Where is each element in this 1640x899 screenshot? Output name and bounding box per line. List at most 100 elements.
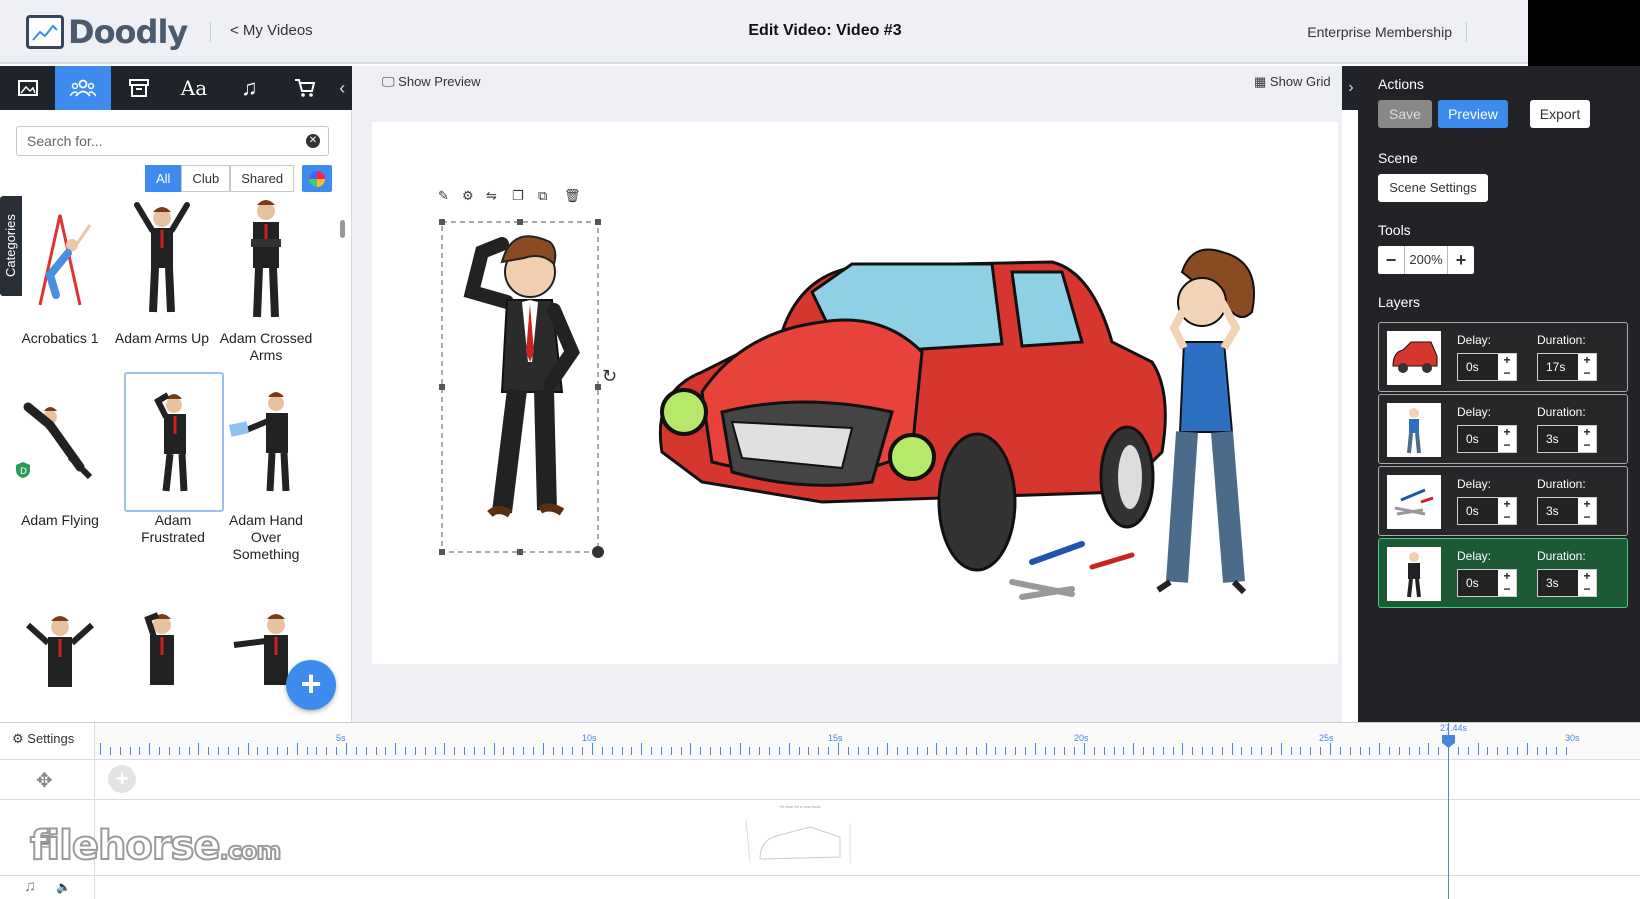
asset-item[interactable] xyxy=(10,590,110,722)
filter-shared-button[interactable]: Shared xyxy=(230,165,295,192)
tab-props[interactable] xyxy=(111,66,166,110)
layer-item[interactable]: Delay: Duration: 0s + − 17s + − xyxy=(1378,322,1628,392)
settings-icon[interactable]: ⚙ xyxy=(462,189,474,204)
stepper-buttons[interactable]: + − xyxy=(1498,570,1516,596)
asset-label: Adam Crossed Arms xyxy=(219,330,313,363)
duration-value[interactable]: 3s xyxy=(1538,426,1578,452)
car-illustration[interactable] xyxy=(658,260,1167,572)
stepper-buttons[interactable]: + − xyxy=(1578,570,1596,596)
ruler-tick xyxy=(995,747,997,755)
monitor-icon: 🖵 xyxy=(382,74,395,89)
stepper-buttons[interactable]: + − xyxy=(1498,354,1516,380)
move-icon[interactable]: ✥ xyxy=(36,768,53,793)
trash-icon[interactable]: 🗑 xyxy=(564,188,581,204)
search-input[interactable] xyxy=(16,126,329,156)
asset-item-selected[interactable]: Adam Frustrated xyxy=(124,372,224,546)
ruler-tick xyxy=(700,747,702,755)
rotate-icon[interactable]: ↻ xyxy=(602,366,617,387)
asset-item[interactable]: Adam Hand Over Something xyxy=(216,372,316,563)
stepper-buttons[interactable]: + − xyxy=(1578,426,1596,452)
zoom-in-button[interactable]: + xyxy=(1448,246,1474,274)
gear-icon: ⚙ xyxy=(12,731,24,746)
delay-value[interactable]: 0s xyxy=(1458,498,1498,524)
timeline-settings-button[interactable]: ⚙ Settings xyxy=(12,731,74,747)
layer-item[interactable]: Delay: Duration: 0s + − 3s + − xyxy=(1378,466,1628,536)
ruler-tick xyxy=(975,747,977,755)
stepper-buttons[interactable]: + − xyxy=(1578,354,1596,380)
duration-value[interactable]: 3s xyxy=(1538,570,1578,596)
tab-store[interactable] xyxy=(277,66,332,110)
actions-heading: Actions xyxy=(1378,76,1424,92)
asset-item[interactable]: Adam Crossed Arms xyxy=(216,190,316,364)
duration-value[interactable]: 3s xyxy=(1538,498,1578,524)
scene-stage[interactable]: ✎ ⚙ ⇋ ❐ ⧉ 🗑 ↻ xyxy=(372,122,1338,664)
music-note-icon[interactable]: ♫ xyxy=(24,878,36,896)
ruler-tick xyxy=(1349,747,1351,755)
delay-value[interactable]: 0s xyxy=(1458,570,1498,596)
tab-music[interactable]: ♫ xyxy=(222,66,277,110)
duplicate-icon[interactable]: ❐ xyxy=(512,189,524,204)
show-grid-label: Show Grid xyxy=(1269,74,1331,89)
properties-panel: Actions Save Preview Export Scene Scene … xyxy=(1358,66,1640,722)
stepper-buttons[interactable]: + − xyxy=(1498,498,1516,524)
ruler-tick xyxy=(1389,747,1391,755)
membership-link[interactable]: Enterprise Membership xyxy=(1307,24,1452,40)
tab-characters[interactable] xyxy=(55,66,111,110)
ruler-tick xyxy=(178,747,180,755)
delay-value[interactable]: 0s xyxy=(1458,354,1498,380)
color-filter-button[interactable] xyxy=(302,165,332,192)
tools-illustration[interactable] xyxy=(1009,541,1135,600)
show-grid-toggle[interactable]: ▦ Show Grid xyxy=(1254,74,1331,90)
duration-stepper[interactable]: 17s + − xyxy=(1537,353,1597,381)
scrollbar-thumb[interactable] xyxy=(340,220,345,238)
flip-icon[interactable]: ⇋ xyxy=(486,189,497,204)
save-button[interactable]: Save xyxy=(1378,100,1432,128)
add-asset-button[interactable]: + xyxy=(286,660,336,710)
zoom-out-button[interactable]: − xyxy=(1378,246,1404,274)
ruler-tick xyxy=(218,747,220,755)
volume-icon[interactable]: 🔈 xyxy=(56,880,71,894)
preview-button[interactable]: Preview xyxy=(1438,100,1508,128)
duration-stepper[interactable]: 3s + − xyxy=(1537,425,1597,453)
asset-item[interactable]: Acrobatics 1 xyxy=(10,190,110,347)
delay-stepper[interactable]: 0s + − xyxy=(1457,497,1517,525)
layer-item[interactable]: Delay: Duration: 0s + − 3s + − xyxy=(1378,394,1628,464)
woman-illustration[interactable] xyxy=(1156,248,1255,595)
filter-club-button[interactable]: Club xyxy=(181,165,231,192)
scene-clip[interactable]: It's time for a new hook xyxy=(740,804,860,874)
layer-order-icon[interactable]: ⧉ xyxy=(538,189,547,204)
asset-item[interactable]: Adam Arms Up xyxy=(112,190,212,347)
tab-text[interactable]: Aa xyxy=(166,66,221,110)
export-button[interactable]: Export xyxy=(1530,100,1590,128)
duration-value[interactable]: 17s xyxy=(1538,354,1578,380)
layer-item-active[interactable]: Delay: Duration: 0s + − 3s + − xyxy=(1378,538,1628,608)
selected-character[interactable] xyxy=(439,219,604,558)
duration-stepper[interactable]: 3s + − xyxy=(1537,497,1597,525)
asset-item[interactable]: Adam Flying xyxy=(10,372,110,529)
stepper-buttons[interactable]: + − xyxy=(1578,498,1596,524)
edit-icon[interactable]: ✎ xyxy=(438,189,449,204)
delay-stepper[interactable]: 0s + − xyxy=(1457,425,1517,453)
scene-settings-button[interactable]: Scene Settings xyxy=(1378,174,1488,202)
stepper-buttons[interactable]: + − xyxy=(1498,426,1516,452)
ruler-tick xyxy=(267,747,269,755)
filter-group: All Club Shared xyxy=(145,165,295,192)
delay-value[interactable]: 0s xyxy=(1458,426,1498,452)
duration-stepper[interactable]: 3s + − xyxy=(1537,569,1597,597)
ruler-tick xyxy=(454,747,456,755)
clear-search-icon[interactable]: ✕ xyxy=(306,134,320,148)
timeline-ruler[interactable]: 5s 10s 15s 20s 25s 30s xyxy=(95,723,1640,759)
categories-tab[interactable]: Categories xyxy=(0,196,22,296)
playhead-line[interactable] xyxy=(1448,723,1449,899)
ruler-tick xyxy=(365,747,367,755)
ruler-tick xyxy=(129,747,131,755)
filter-all-button[interactable]: All xyxy=(145,165,182,192)
delay-stepper[interactable]: 0s + − xyxy=(1457,569,1517,597)
asset-item[interactable] xyxy=(112,590,212,722)
tab-images[interactable] xyxy=(0,66,55,110)
delay-stepper[interactable]: 0s + − xyxy=(1457,353,1517,381)
add-scene-button[interactable]: + xyxy=(108,765,136,793)
collapse-left-panel-button[interactable]: ‹ xyxy=(333,66,352,110)
asset-thumbnail xyxy=(10,590,110,722)
show-preview-toggle[interactable]: 🖵 Show Preview xyxy=(382,74,481,90)
